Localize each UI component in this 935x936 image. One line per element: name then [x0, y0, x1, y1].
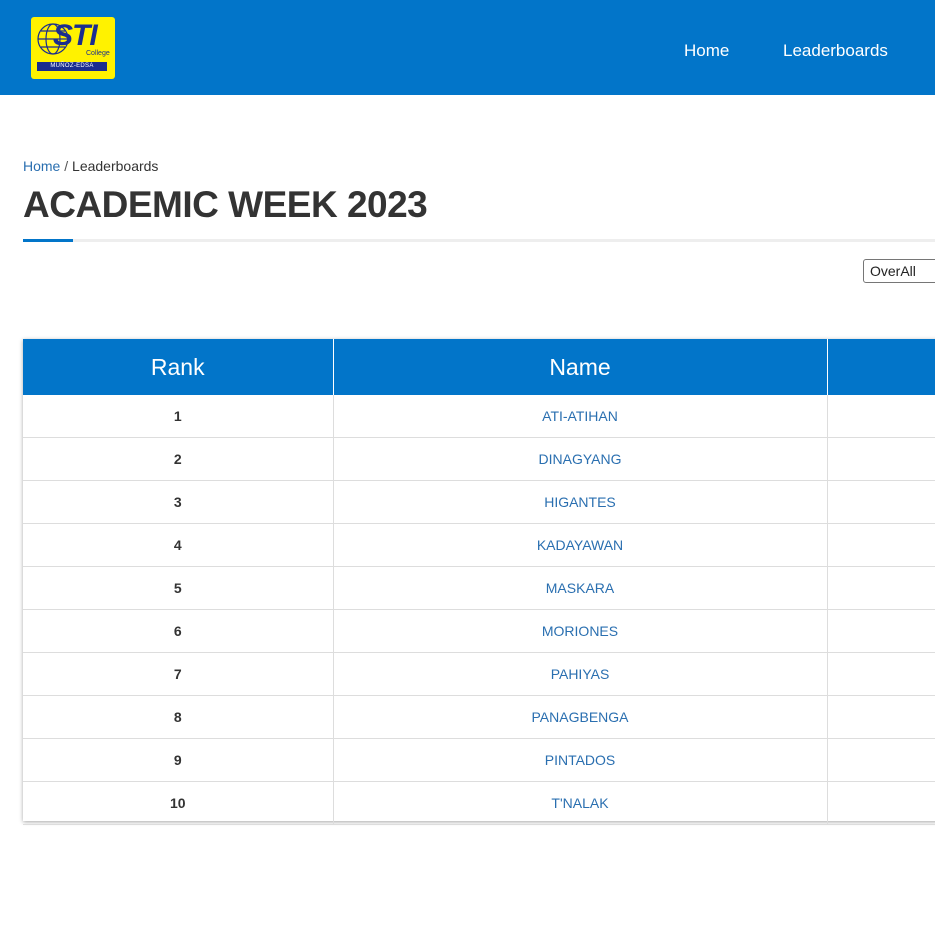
table-row: 9 PINTADOS — [23, 738, 935, 782]
sti-college-logo[interactable]: STI College MUÑOZ-EDSA — [31, 17, 115, 79]
name-cell: PAHIYAS — [333, 652, 828, 696]
rank-cell: 6 — [23, 609, 334, 653]
title-accent-bar — [23, 239, 73, 242]
table-row: 3 HIGANTES — [23, 480, 935, 524]
name-cell: HIGANTES — [333, 480, 828, 524]
rank-cell: 5 — [23, 566, 334, 610]
header-name: Name — [333, 339, 828, 395]
rank-cell: 7 — [23, 652, 334, 696]
category-filter-select[interactable]: OverAll — [863, 259, 935, 283]
title-divider — [23, 239, 935, 242]
name-cell: DINAGYANG — [333, 437, 828, 481]
logo-campus-text: MUÑOZ-EDSA — [37, 62, 107, 71]
extra-cell — [827, 652, 935, 696]
header-extra — [827, 339, 935, 395]
top-navbar: STI College MUÑOZ-EDSA Home Leaderboards — [0, 0, 935, 95]
name-cell: T'NALAK — [333, 781, 828, 825]
table-row: 8 PANAGBENGA — [23, 695, 935, 739]
extra-cell — [827, 480, 935, 524]
name-cell: ATI-ATIHAN — [333, 395, 828, 438]
team-link[interactable]: T'NALAK — [551, 795, 608, 811]
logo-wordmark: STI — [53, 19, 98, 52]
table-row: 6 MORIONES — [23, 609, 935, 653]
leaderboard-table: Rank Name 1 ATI-ATIHAN 2 DINAGYANG 3 HIG… — [23, 339, 935, 825]
team-link[interactable]: PANAGBENGA — [532, 709, 629, 725]
breadcrumb-home-link[interactable]: Home — [23, 158, 60, 174]
team-link[interactable]: DINAGYANG — [539, 451, 622, 467]
extra-cell — [827, 609, 935, 653]
team-link[interactable]: MASKARA — [546, 580, 614, 596]
extra-cell — [827, 437, 935, 481]
team-link[interactable]: PAHIYAS — [551, 666, 610, 682]
extra-cell — [827, 566, 935, 610]
table-row: 7 PAHIYAS — [23, 652, 935, 696]
table-row: 5 MASKARA — [23, 566, 935, 610]
team-link[interactable]: ATI-ATIHAN — [542, 408, 618, 424]
table-row: 10 T'NALAK — [23, 781, 935, 825]
logo-college-text: College — [86, 50, 110, 57]
table-row: 4 KADAYAWAN — [23, 523, 935, 567]
rank-cell: 10 — [23, 781, 334, 825]
name-cell: PINTADOS — [333, 738, 828, 782]
extra-cell — [827, 395, 935, 438]
team-link[interactable]: PINTADOS — [545, 752, 616, 768]
extra-cell — [827, 523, 935, 567]
team-link[interactable]: HIGANTES — [544, 494, 616, 510]
table-row: 2 DINAGYANG — [23, 437, 935, 481]
extra-cell — [827, 738, 935, 782]
table-header-row: Rank Name — [23, 339, 935, 395]
leaderboard-table-container: Rank Name 1 ATI-ATIHAN 2 DINAGYANG 3 HIG… — [23, 339, 935, 825]
name-cell: MASKARA — [333, 566, 828, 610]
extra-cell — [827, 781, 935, 825]
team-link[interactable]: MORIONES — [542, 623, 618, 639]
header-rank: Rank — [23, 339, 334, 395]
table-row: 1 ATI-ATIHAN — [23, 395, 935, 438]
name-cell: MORIONES — [333, 609, 828, 653]
nav-home-link[interactable]: Home — [684, 40, 729, 62]
rank-cell: 3 — [23, 480, 334, 524]
rank-cell: 2 — [23, 437, 334, 481]
nav-leaderboards-link[interactable]: Leaderboards — [783, 40, 888, 62]
page-title: ACADEMIC WEEK 2023 — [23, 184, 428, 225]
breadcrumb-current: Leaderboards — [72, 158, 159, 174]
breadcrumb-separator: / — [64, 158, 69, 174]
rank-cell: 1 — [23, 395, 334, 438]
rank-cell: 4 — [23, 523, 334, 567]
breadcrumb: Home / Leaderboards — [23, 157, 158, 175]
team-link[interactable]: KADAYAWAN — [537, 537, 623, 553]
name-cell: PANAGBENGA — [333, 695, 828, 739]
rank-cell: 9 — [23, 738, 334, 782]
name-cell: KADAYAWAN — [333, 523, 828, 567]
extra-cell — [827, 695, 935, 739]
rank-cell: 8 — [23, 695, 334, 739]
